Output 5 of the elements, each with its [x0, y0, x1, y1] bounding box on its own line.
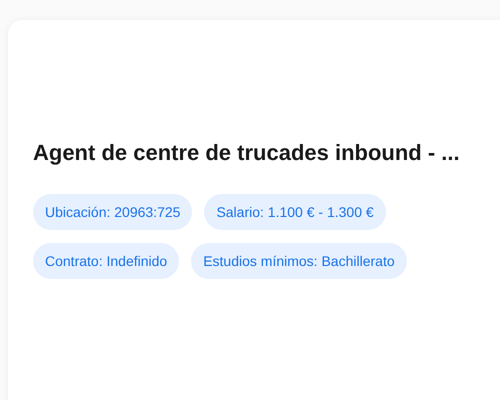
info-tag: Salario: 1.100 € - 1.300 €: [204, 194, 386, 230]
info-tag: Contrato: Indefinido: [33, 243, 180, 279]
info-tag: Ubicación: 20963:725: [33, 194, 192, 230]
job-title: Agent de centre de trucades inbound - ...: [33, 139, 460, 167]
info-tag: Estudios mínimos: Bachillerato: [191, 243, 407, 279]
